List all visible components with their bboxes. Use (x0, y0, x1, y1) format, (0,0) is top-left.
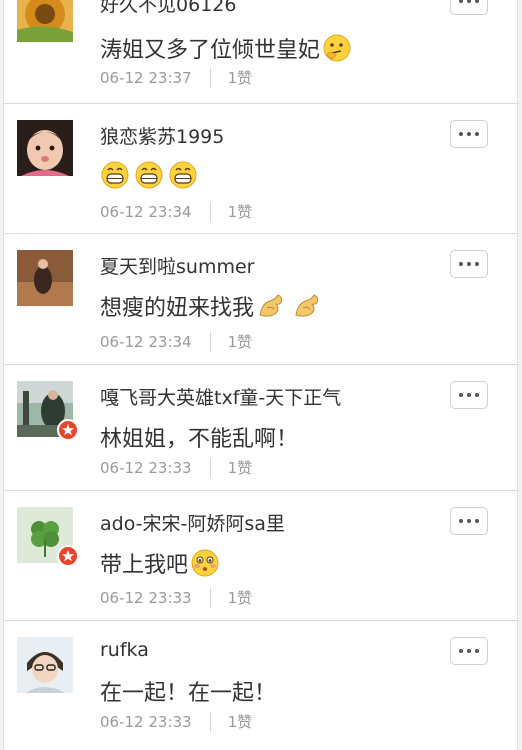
comment-meta: 06-12 23:33 1赞 (100, 711, 252, 732)
username[interactable]: 夏天到啦summer (100, 252, 254, 279)
divider (209, 67, 211, 88)
flex-arm-emoji-icon (292, 291, 322, 321)
comment-meta: 06-12 23:33 1赞 (100, 587, 252, 608)
more-dots-icon (459, 519, 463, 523)
like-count[interactable]: 1赞 (228, 67, 253, 88)
comment-list: 好久不见06126 涛姐又多了位倾世皇妃 06-12 23:37 1赞 狼恋紫苏… (3, 0, 519, 750)
comment-text: 带上我吧 (100, 547, 220, 579)
more-button[interactable] (450, 637, 488, 665)
avatar[interactable] (17, 637, 73, 693)
more-dots-icon (459, 0, 463, 3)
divider (209, 587, 211, 608)
avatar[interactable] (17, 0, 73, 42)
timestamp: 06-12 23:34 (100, 332, 192, 351)
more-dots-icon (459, 262, 463, 266)
divider (209, 201, 211, 222)
divider (209, 711, 211, 732)
comment-meta: 06-12 23:33 1赞 (100, 457, 252, 478)
more-button[interactable] (450, 120, 488, 148)
divider (209, 457, 211, 478)
more-button[interactable] (450, 0, 488, 15)
comment-body: 带上我吧 (100, 553, 189, 578)
avatar[interactable] (17, 250, 73, 306)
verified-badge-icon (57, 545, 79, 567)
comment-meta: 06-12 23:34 1赞 (100, 201, 252, 222)
comment-item: 狼恋紫苏1995 06-12 23:34 1赞 (4, 104, 519, 234)
divider (209, 331, 211, 352)
thinking-emoji-icon (322, 33, 352, 63)
timestamp: 06-12 23:34 (100, 202, 192, 221)
comment-item: ado-宋宋-阿娇阿sa里 带上我吧 06-12 23:33 1赞 (4, 491, 519, 621)
more-button[interactable] (450, 381, 488, 409)
like-count[interactable]: 1赞 (228, 201, 253, 222)
comment-item: 夏天到啦summer 想瘦的妞来找我 06-12 23:34 1赞 (4, 234, 519, 365)
timestamp: 06-12 23:33 (100, 588, 192, 607)
username[interactable]: 嘎飞哥大英雄txf童-天下正气 (100, 383, 341, 410)
comment-text: 林姐姐，不能乱啊！ (100, 421, 298, 453)
comment-body: 想瘦的妞来找我 (100, 296, 255, 321)
comment-item: 嘎飞哥大英雄txf童-天下正气 林姐姐，不能乱啊！ 06-12 23:33 1赞 (4, 365, 519, 491)
comment-text: 想瘦的妞来找我 (100, 290, 322, 322)
avatar[interactable] (17, 120, 73, 176)
grin-emoji-icon (134, 160, 164, 190)
like-count[interactable]: 1赞 (228, 711, 253, 732)
more-dots-icon (459, 132, 463, 136)
more-dots-icon (459, 393, 463, 397)
comment-meta: 06-12 23:37 1赞 (100, 67, 252, 88)
comment-body: 涛姐又多了位倾世皇妃 (100, 38, 321, 63)
username[interactable]: ado-宋宋-阿娇阿sa里 (100, 509, 285, 536)
comment-text (100, 160, 198, 190)
more-button[interactable] (450, 507, 488, 535)
grin-emoji-icon (100, 160, 130, 190)
timestamp: 06-12 23:33 (100, 458, 192, 477)
like-count[interactable]: 1赞 (228, 331, 253, 352)
comment-body: 在一起！在一起！ (100, 681, 277, 706)
comment-item: 好久不见06126 涛姐又多了位倾世皇妃 06-12 23:37 1赞 (4, 0, 519, 104)
timestamp: 06-12 23:37 (100, 68, 192, 87)
verified-badge-icon (57, 419, 79, 441)
more-dots-icon (459, 649, 463, 653)
flex-arm-emoji-icon (256, 291, 286, 321)
blush-emoji-icon (190, 548, 220, 578)
username[interactable]: 好久不见06126 (100, 0, 236, 17)
comment-meta: 06-12 23:34 1赞 (100, 331, 252, 352)
like-count[interactable]: 1赞 (228, 457, 253, 478)
like-count[interactable]: 1赞 (228, 587, 253, 608)
username[interactable]: 狼恋紫苏1995 (100, 122, 224, 149)
timestamp: 06-12 23:33 (100, 712, 192, 731)
comment-item: rufka 在一起！在一起！ 06-12 23:33 1赞 (4, 621, 519, 750)
comment-text: 在一起！在一起！ (100, 675, 276, 707)
more-button[interactable] (450, 250, 488, 278)
comment-text: 涛姐又多了位倾世皇妃 (100, 32, 352, 64)
comment-body: 林姐姐，不能乱啊！ (100, 427, 299, 452)
grin-emoji-icon (168, 160, 198, 190)
username[interactable]: rufka (100, 639, 149, 661)
